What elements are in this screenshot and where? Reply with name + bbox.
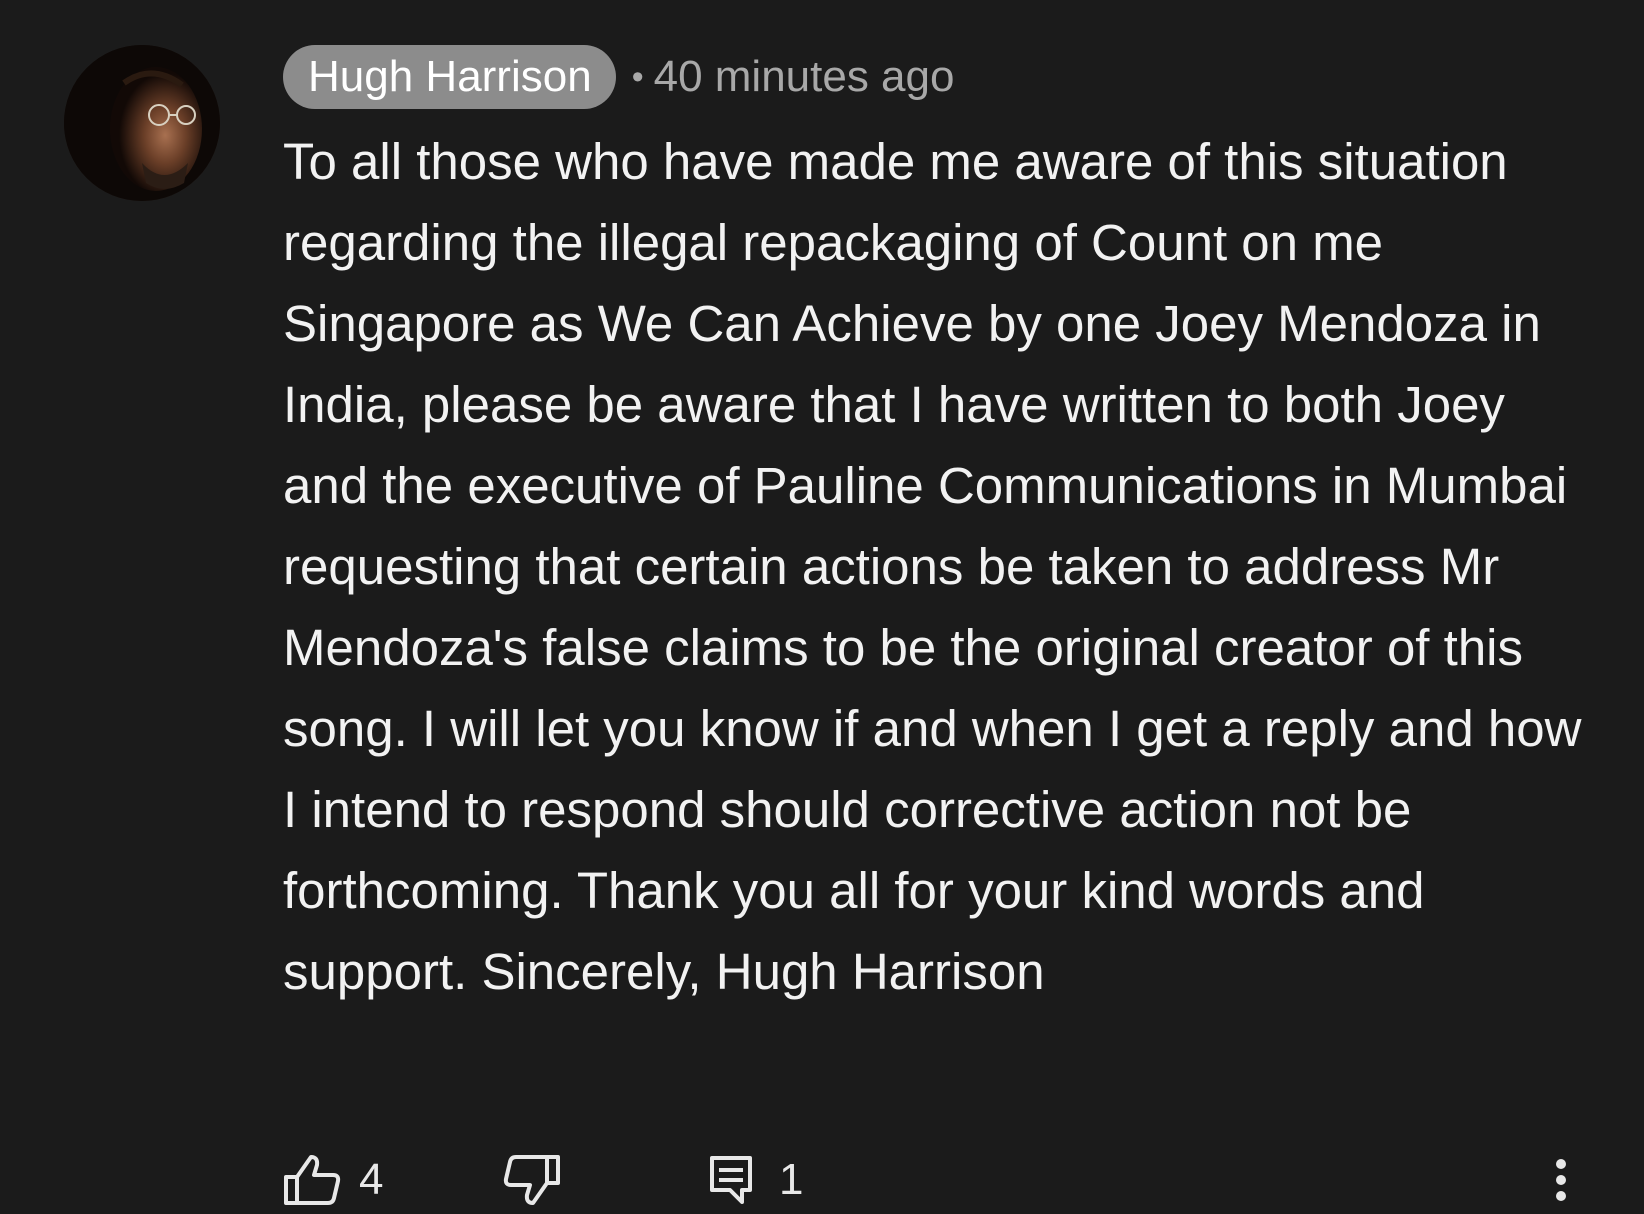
thumbs-up-icon [284,1155,341,1205]
reply-button[interactable]: 1 [709,1150,803,1210]
comment-meta: Hugh Harrison • 40 minutes ago [283,45,954,109]
avatar[interactable] [64,45,220,201]
dislike-button[interactable] [503,1150,561,1210]
author-name[interactable]: Hugh Harrison [283,45,616,109]
comment: Hugh Harrison • 40 minutes ago To all th… [0,0,1644,1214]
avatar-image [64,45,220,201]
more-options-button[interactable] [1553,1150,1569,1210]
meta-separator: • [631,57,644,96]
more-vertical-icon [1556,1159,1566,1201]
comment-icon [710,1156,752,1204]
like-count: 4 [359,1155,384,1204]
reply-count: 1 [779,1155,804,1204]
comment-actions: 4 1 [283,1150,1583,1210]
thumbs-down-icon [503,1155,560,1205]
comment-text: To all those who have made me aware of t… [283,133,1582,1000]
timestamp: 40 minutes ago [653,52,955,101]
like-button[interactable]: 4 [283,1150,383,1210]
